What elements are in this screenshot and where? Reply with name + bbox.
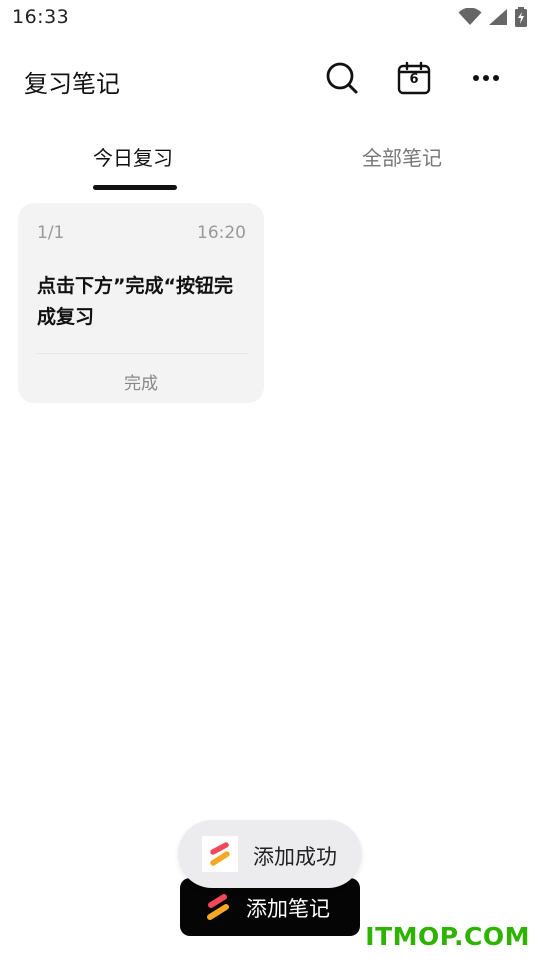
battery-charging-icon: [515, 7, 527, 27]
cellular-signal-icon: [489, 9, 507, 25]
note-content: 点击下方”完成“按钮完成复习: [37, 275, 233, 328]
status-icons: [458, 6, 528, 28]
success-toast: 添加成功: [178, 820, 362, 888]
more-button[interactable]: [468, 60, 504, 96]
complete-button[interactable]: 完成: [18, 369, 264, 394]
calendar-button[interactable]: 6: [396, 60, 432, 96]
note-card[interactable]: 1/1 16:20 点击下方”完成“按钮完成复习 完成: [18, 203, 264, 403]
note-time: 16:20: [197, 223, 246, 243]
tab-all-notes[interactable]: 全部笔记: [362, 142, 442, 172]
tab-indicator: [93, 185, 177, 190]
app-logo-icon: [207, 894, 229, 920]
app-logo-icon: [210, 842, 230, 866]
search-button[interactable]: [324, 60, 360, 96]
wifi-icon: [458, 8, 482, 25]
toast-message: 添加成功: [253, 845, 337, 869]
toast-logo: [202, 836, 238, 872]
page-title: 复习笔记: [24, 70, 120, 98]
more-icon: [473, 75, 499, 81]
note-index: 1/1: [37, 223, 65, 243]
add-note-label: 添加笔记: [246, 897, 330, 921]
search-icon: [326, 62, 358, 94]
status-bar: 16:33: [0, 0, 540, 36]
note-divider: [37, 353, 248, 354]
watermark: ITMOP.COM: [365, 922, 530, 951]
app-screen: 16:33 复习笔记 6 今日复习 全部笔记 1/1 16:20 点击下方”完成…: [0, 0, 540, 960]
tab-today-review[interactable]: 今日复习: [93, 142, 173, 172]
status-time: 16:33: [12, 6, 70, 28]
calendar-day: 6: [409, 72, 419, 87]
